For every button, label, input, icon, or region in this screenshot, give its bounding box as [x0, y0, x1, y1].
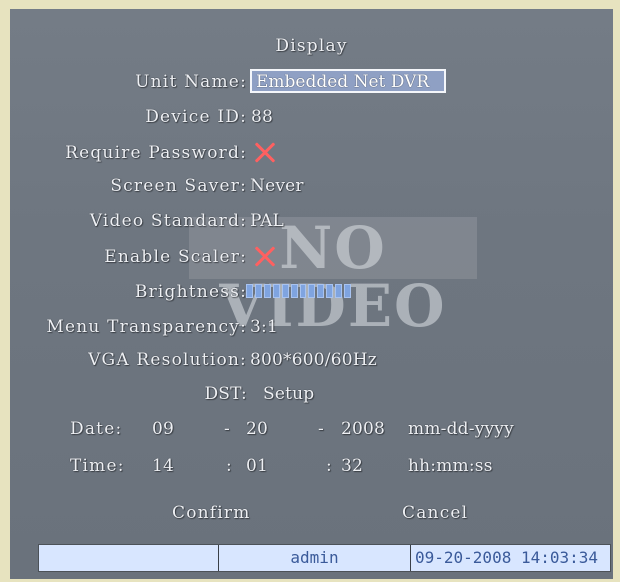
unit-name-field[interactable]: Embedded Net DVR — [250, 69, 446, 93]
time-minute[interactable]: 01 — [246, 456, 268, 476]
status-cell-empty — [39, 545, 219, 571]
enable-scaler-label: Enable Scaler: — [104, 247, 247, 267]
brightness-slider[interactable] — [246, 284, 352, 298]
unit-name-value: Embedded Net DVR — [256, 72, 430, 92]
brightness-segment — [344, 284, 352, 298]
menu-transparency-label: Menu Transparency: — [46, 317, 247, 337]
unit-name-label: Unit Name: — [135, 72, 247, 92]
brightness-segment — [290, 284, 298, 298]
brightness-segment — [308, 284, 316, 298]
brightness-segment — [254, 284, 262, 298]
status-bar: admin 09-20-2008 14:03:34 — [38, 544, 611, 572]
date-day[interactable]: 20 — [246, 419, 268, 439]
video-standard-label: Video Standard: — [89, 211, 247, 231]
menu-title: Display — [275, 36, 348, 56]
brightness-segment — [272, 284, 280, 298]
time-separator: : — [326, 456, 332, 476]
brightness-segment — [281, 284, 289, 298]
screen-saver-label: Screen Saver: — [110, 176, 247, 196]
video-standard-value[interactable]: PAL — [250, 211, 284, 231]
date-label: Date: — [70, 419, 123, 439]
time-separator: : — [226, 456, 232, 476]
brightness-segment — [317, 284, 325, 298]
brightness-segment — [246, 284, 253, 298]
device-id-value[interactable]: 88 — [251, 107, 273, 127]
menu-transparency-value[interactable]: 3:1 — [250, 317, 278, 337]
date-format-hint: mm-dd-yyyy — [408, 419, 514, 439]
time-format-hint: hh:mm:ss — [408, 456, 493, 476]
require-password-off-icon[interactable] — [250, 138, 280, 168]
date-month[interactable]: 09 — [152, 419, 174, 439]
time-label: Time: — [70, 456, 125, 476]
brightness-segment — [299, 284, 307, 298]
date-year[interactable]: 2008 — [341, 419, 385, 439]
enable-scaler-off-icon[interactable] — [250, 242, 280, 272]
brightness-segment — [263, 284, 271, 298]
system-datetime: 09-20-2008 14:03:34 — [415, 548, 599, 567]
date-separator: - — [318, 419, 324, 439]
vga-resolution-value[interactable]: 800*600/60Hz — [250, 350, 377, 370]
cancel-button[interactable]: Cancel — [402, 503, 468, 523]
time-hour[interactable]: 14 — [152, 456, 174, 476]
time-second[interactable]: 32 — [341, 456, 363, 476]
vga-resolution-label: VGA Resolution: — [88, 350, 247, 370]
dst-setup-button[interactable]: Setup — [263, 384, 314, 404]
brightness-segment — [335, 284, 343, 298]
screen-saver-value[interactable]: Never — [250, 176, 304, 196]
brightness-label: Brightness: — [134, 282, 247, 302]
brightness-segment — [326, 284, 334, 298]
current-user: admin — [219, 545, 411, 571]
dst-label: DST: — [204, 384, 247, 404]
date-separator: - — [224, 419, 230, 439]
confirm-button[interactable]: Confirm — [172, 503, 251, 523]
require-password-label: Require Password: — [65, 143, 247, 163]
dvr-display-menu: NO VIDEO Display Unit Name: Embedded Net… — [10, 9, 613, 579]
device-id-label: Device ID: — [145, 107, 247, 127]
